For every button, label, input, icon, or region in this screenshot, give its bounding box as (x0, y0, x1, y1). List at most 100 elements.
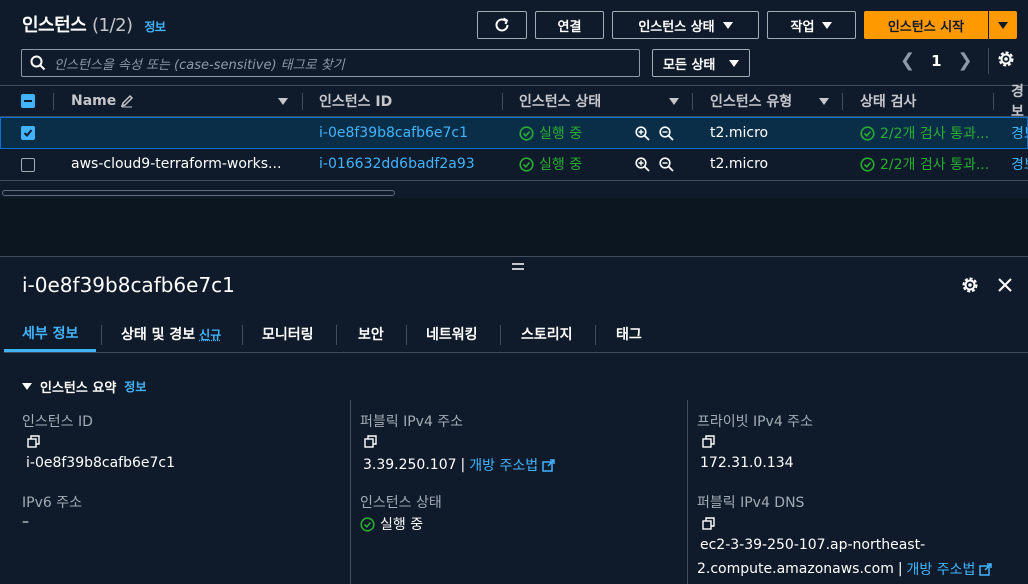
private-ipv4-value: 172.31.0.134 (700, 455, 794, 471)
detail-tabs: 세부 정보 상태 및 경보 신규 모니터링 보안 네트워킹 스토리지 태그 (4, 317, 1028, 353)
search-placeholder: 인스턴스을 속성 또는 (case-sensitive) 태그로 찾기 (54, 57, 345, 73)
table-header: Name 인스턴스 ID 인스턴스 상태 인스턴스 유형 상태 검사 경보 (0, 84, 1028, 120)
refresh-icon (495, 17, 509, 32)
check-circle-icon (860, 156, 875, 172)
tab-monitoring[interactable]: 모니터링 (244, 317, 332, 351)
ipv6-value: – (22, 514, 29, 530)
external-link-icon[interactable] (979, 562, 993, 576)
sort-caret-icon[interactable] (669, 98, 679, 105)
sort-caret-icon[interactable] (278, 98, 288, 105)
dns-open-address-link[interactable]: 개방 주소법 (907, 559, 976, 579)
row-status-check[interactable]: 2/2개 검사 통과... (860, 118, 994, 148)
instance-state-value: 실행 중 (360, 514, 423, 534)
check-circle-icon (360, 516, 375, 532)
row-status-check[interactable]: 2/2개 검사 통과... (860, 149, 994, 179)
copy-icon[interactable] (364, 435, 377, 448)
gear-icon[interactable] (960, 275, 980, 295)
launch-options-dropdown[interactable] (989, 11, 1017, 39)
copy-icon[interactable] (702, 435, 715, 448)
copy-icon[interactable] (702, 517, 715, 530)
column-instance-type[interactable]: 인스턴스 유형 (710, 86, 792, 116)
public-ipv4-row: 3.39.250.107 | 개방 주소법 (363, 455, 555, 475)
connect-button[interactable]: 연결 (535, 11, 604, 39)
tab-details[interactable]: 세부 정보 (4, 317, 97, 352)
public-dns-line2: 2.compute.amazonaws.com (697, 561, 894, 577)
sort-caret-icon[interactable] (819, 98, 829, 105)
row-state: 실행 중 (519, 149, 582, 179)
external-link-icon[interactable] (542, 458, 555, 472)
caret-down-icon (22, 383, 32, 390)
zoom-in-icon[interactable] (635, 157, 650, 172)
row-state: 실행 중 (519, 118, 582, 148)
info-link[interactable]: 정보 (124, 378, 146, 395)
search-icon (30, 55, 46, 71)
instance-state-dropdown[interactable]: 인스턴스 상태 (612, 11, 759, 39)
column-alarm[interactable]: 경보 (1011, 84, 1028, 120)
public-dns-label: 퍼블릭 IPv4 DNS (697, 495, 805, 511)
selection-count: (1/2) (92, 15, 133, 36)
search-input[interactable]: 인스턴스을 속성 또는 (case-sensitive) 태그로 찾기 (21, 49, 640, 77)
gear-icon[interactable] (996, 49, 1016, 69)
detail-title: i-0e8f39b8cafb6e7c1 (22, 273, 235, 297)
select-all-checkbox[interactable] (21, 94, 35, 108)
open-address-link[interactable]: 개방 주소법 (469, 455, 538, 475)
public-ipv4-value: 3.39.250.107 (363, 457, 457, 473)
tab-networking[interactable]: 네트워킹 (408, 317, 496, 351)
caret-down-icon (722, 21, 733, 29)
tab-status-alarms[interactable]: 상태 및 경보 신규 (103, 317, 239, 351)
row-name: aws-cloud9-terraform-works... (71, 156, 282, 172)
resize-handle[interactable] (512, 263, 524, 273)
row-instance-type: t2.micro (710, 125, 769, 141)
column-instance-state[interactable]: 인스턴스 상태 (519, 86, 601, 116)
row-checkbox[interactable] (21, 158, 35, 172)
column-status-check[interactable]: 상태 검사 (860, 86, 916, 116)
divider (988, 48, 989, 74)
zoom-out-icon[interactable] (659, 126, 674, 141)
close-icon[interactable] (997, 277, 1013, 293)
page-title: 인스턴스 (1/2) 정보 (22, 15, 166, 36)
horizontal-scrollbar[interactable] (2, 190, 395, 196)
row-instance-type: t2.micro (710, 156, 769, 172)
tab-tags[interactable]: 태그 (598, 317, 660, 351)
public-ipv4-label: 퍼블릭 IPv4 주소 (360, 414, 464, 430)
row-name (71, 118, 291, 148)
column-name[interactable]: Name (71, 86, 134, 116)
check-circle-icon (860, 125, 875, 141)
public-dns-row: 2.compute.amazonaws.com | 개방 주소법 (697, 559, 993, 579)
new-badge: 신규 (199, 327, 222, 342)
ipv6-label: IPv6 주소 (22, 495, 82, 511)
state-filter-select[interactable]: 모든 상태 (652, 49, 750, 77)
row-alarm-link[interactable]: 경보 (1011, 118, 1028, 148)
check-icon (23, 129, 33, 137)
table-row[interactable]: aws-cloud9-terraform-works... i-016632dd… (0, 149, 1028, 181)
instance-id-value: i-0e8f39b8cafb6e7c1 (26, 455, 176, 471)
instance-detail-panel: i-0e8f39b8cafb6e7c1 세부 정보 상태 및 경보 신규 모니터… (0, 256, 1028, 584)
caret-down-icon (822, 21, 833, 29)
chevron-right-icon[interactable]: ❯ (958, 50, 973, 71)
launch-instance-button[interactable]: 인스턴스 시작 (864, 11, 988, 39)
check-circle-icon (519, 156, 534, 172)
instance-state-label: 인스턴스 상태 (360, 495, 442, 511)
current-page[interactable]: 1 (931, 52, 941, 70)
zoom-out-icon[interactable] (659, 157, 674, 172)
info-link[interactable]: 정보 (144, 20, 166, 34)
public-dns-line1: ec2-3-39-250-107.ap-northeast- (700, 537, 926, 553)
copy-icon[interactable] (27, 435, 40, 448)
actions-dropdown[interactable]: 작업 (767, 11, 856, 39)
row-alarm-link[interactable]: 경보 (1011, 149, 1028, 179)
instance-summary-header[interactable]: 인스턴스 요약 정보 (22, 377, 146, 396)
row-checkbox[interactable] (21, 126, 35, 140)
column-instance-id[interactable]: 인스턴스 ID (319, 86, 392, 116)
caret-down-icon (729, 59, 739, 67)
table-row[interactable]: i-0e8f39b8cafb6e7c1 실행 중 t2.micro 2/2개 검… (0, 117, 1028, 149)
refresh-button[interactable] (477, 11, 527, 39)
private-ipv4-label: 프라이빗 IPv4 주소 (697, 414, 813, 430)
tab-security[interactable]: 보안 (340, 317, 402, 351)
instances-panel: 인스턴스 (1/2) 정보 연결 인스턴스 상태 작업 인스턴스 시작 인스턴스… (0, 0, 1028, 256)
row-instance-id-link[interactable]: i-016632dd6badf2a93 (319, 149, 475, 179)
row-instance-id-link[interactable]: i-0e8f39b8cafb6e7c1 (319, 118, 468, 148)
zoom-in-icon[interactable] (635, 126, 650, 141)
check-circle-icon (519, 125, 534, 141)
chevron-left-icon[interactable]: ❮ (900, 50, 915, 71)
tab-storage[interactable]: 스토리지 (503, 317, 591, 351)
